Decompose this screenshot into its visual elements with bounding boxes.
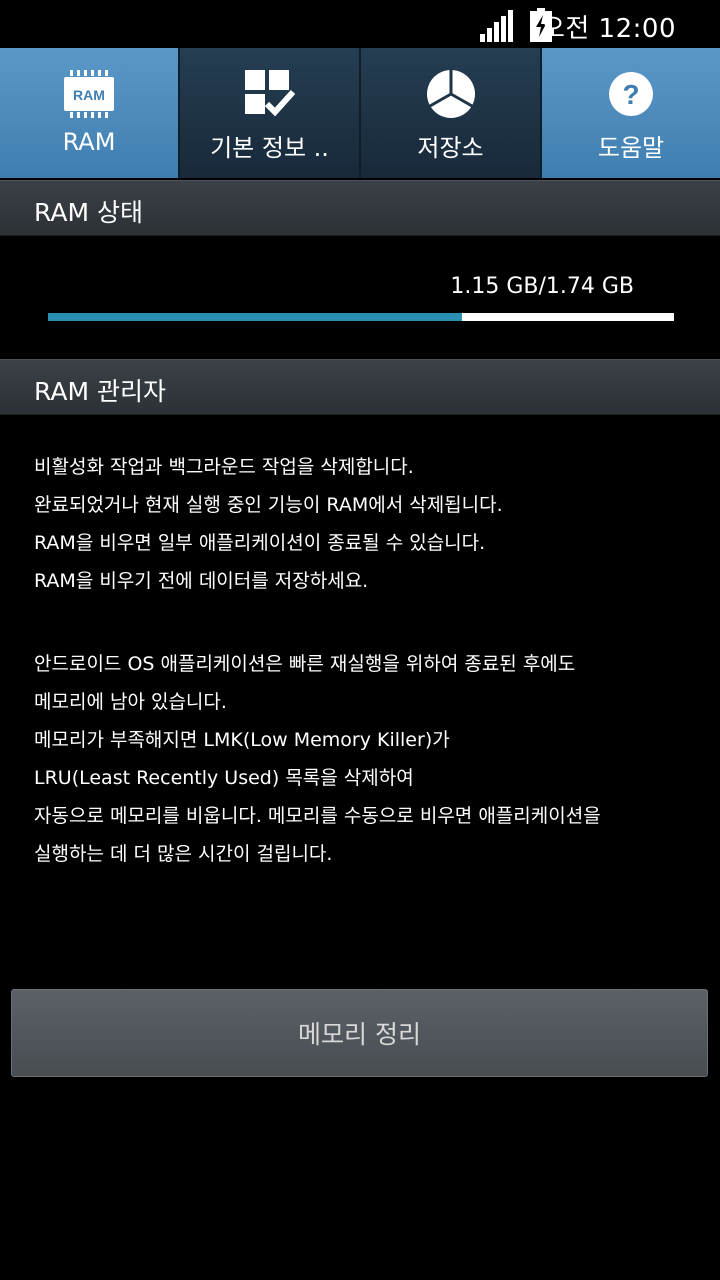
svg-text:RAM: RAM bbox=[73, 87, 105, 103]
ram-usage-text: 1.15 GB/1.74 GB bbox=[450, 274, 634, 299]
status-bar: 오전 12:00 bbox=[0, 0, 720, 48]
description-line: LRU(Least Recently Used) 목록을 삭제하여 bbox=[34, 767, 414, 789]
tab-label: 도움말 bbox=[597, 134, 665, 162]
tab-storage[interactable]: 저장소 bbox=[361, 48, 542, 178]
info-checklist-icon bbox=[244, 70, 295, 117]
ram-manager-header: RAM 관리자 bbox=[0, 359, 720, 415]
ram-usage-bar-fill bbox=[48, 313, 462, 321]
description-line: RAM을 비우면 일부 애플리케이션이 종료될 수 있습니다. bbox=[34, 532, 486, 554]
tab-basic-info[interactable]: 기본 정보 .. bbox=[180, 48, 361, 178]
tab-label: 저장소 bbox=[417, 134, 484, 162]
status-time: 오전 12:00 bbox=[540, 14, 676, 44]
description-line: 자동으로 메모리를 비웁니다. 메모리를 수동으로 비우면 애플리케이션을 bbox=[34, 805, 601, 827]
signal-bars-icon bbox=[480, 10, 513, 42]
storage-pie-icon bbox=[426, 70, 475, 118]
description-line: 메모리가 부족해지면 LMK(Low Memory Killer)가 bbox=[34, 729, 450, 751]
clean-memory-button[interactable]: 메모리 정리 bbox=[11, 989, 708, 1077]
ram-chip-icon: RAM bbox=[64, 70, 114, 118]
tab-ram[interactable]: RAM RAM bbox=[0, 48, 180, 178]
description-line: 실행하는 데 더 많은 시간이 걸립니다. bbox=[34, 843, 333, 865]
description-line: 비활성화 작업과 백그라운드 작업을 삭제합니다. bbox=[34, 456, 414, 478]
tab-label: 기본 정보 .. bbox=[210, 134, 329, 162]
section-title: RAM 관리자 bbox=[34, 377, 166, 406]
tab-help[interactable]: ? 도움말 bbox=[542, 48, 720, 178]
description-line: RAM을 비우기 전에 데이터를 저장하세요. bbox=[34, 570, 369, 592]
tab-bar: RAM RAM 기본 정보 .. 저장소 ? 도움말 bbox=[0, 48, 720, 178]
help-icon: ? bbox=[609, 72, 653, 116]
svg-text:?: ? bbox=[622, 79, 639, 110]
description-paragraph-1: 비활성화 작업과 백그라운드 작업을 삭제합니다. 완료되었거나 현재 실행 중… bbox=[34, 448, 694, 600]
tab-label: RAM bbox=[62, 128, 116, 156]
ram-usage-bar bbox=[48, 313, 674, 321]
description-line: 완료되었거나 현재 실행 중인 기능이 RAM에서 삭제됩니다. bbox=[34, 494, 503, 516]
ram-status-header: RAM 상태 bbox=[0, 180, 720, 236]
description-paragraph-2: 안드로이드 OS 애플리케이션은 빠른 재실행을 위하여 종료된 후에도 메모리… bbox=[34, 645, 694, 873]
description-line: 안드로이드 OS 애플리케이션은 빠른 재실행을 위하여 종료된 후에도 bbox=[34, 653, 576, 675]
description-line: 메모리에 남아 있습니다. bbox=[34, 691, 227, 713]
section-title: RAM 상태 bbox=[34, 198, 143, 227]
